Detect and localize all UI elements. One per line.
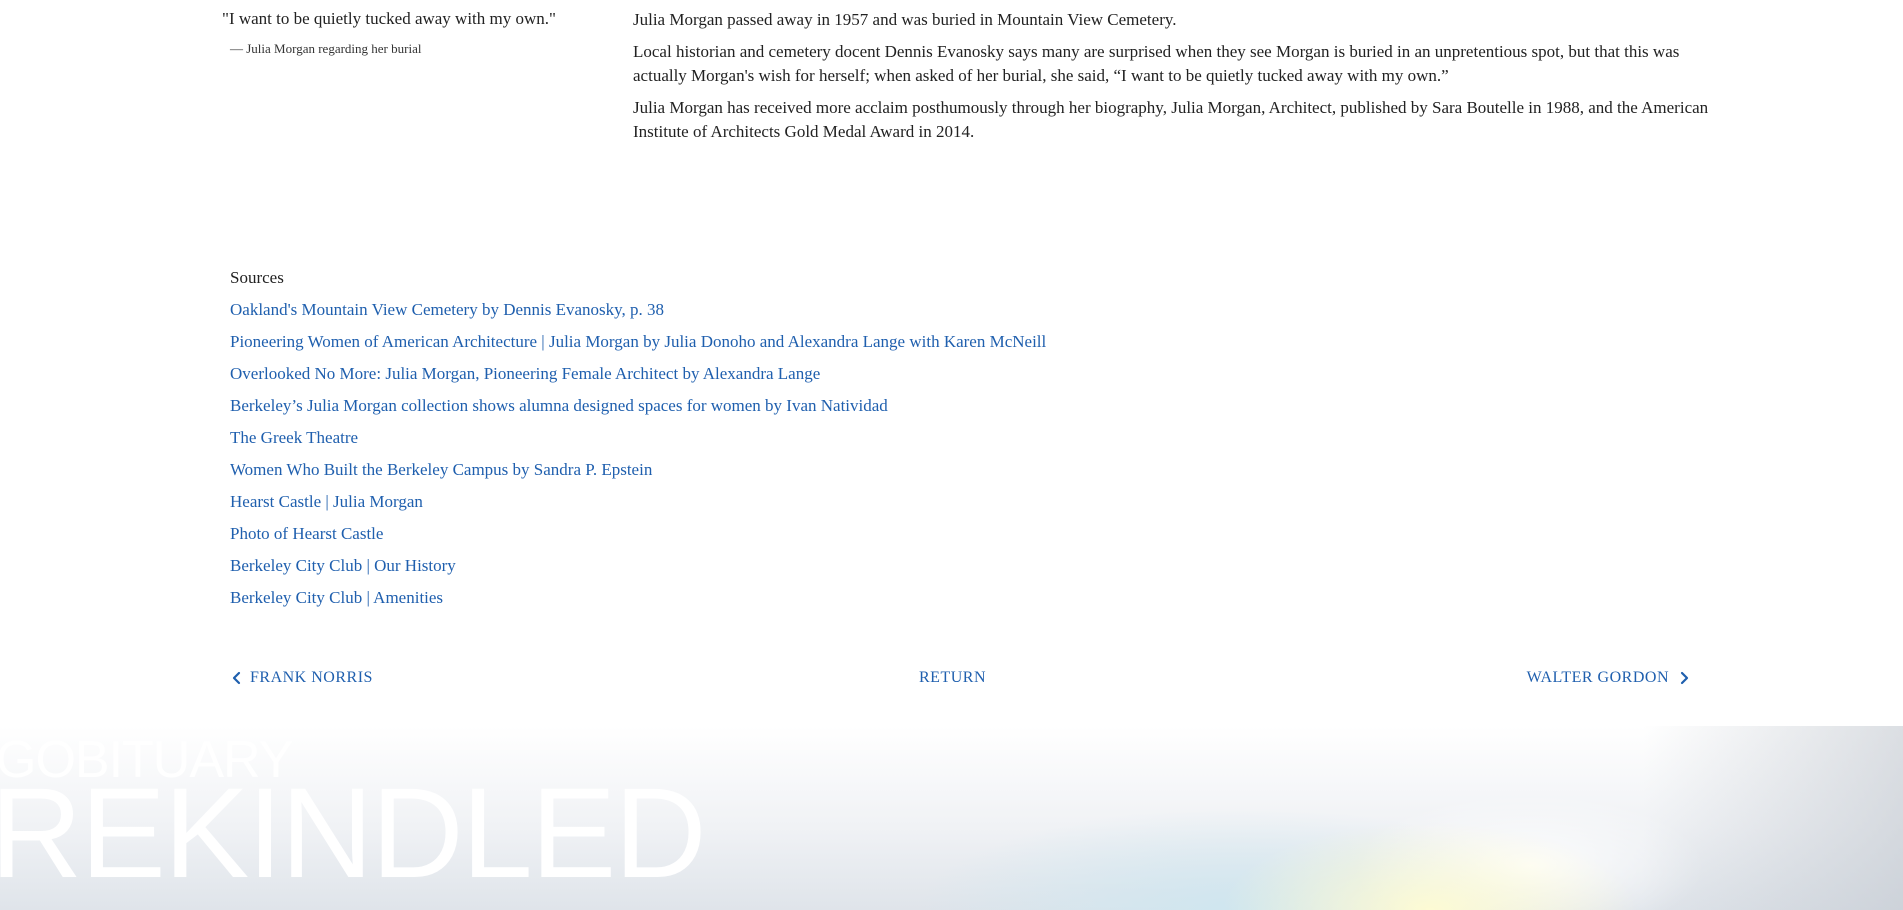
quote-text: "I want to be quietly tucked away with m…	[222, 9, 556, 28]
source-item: The Greek Theatre	[230, 426, 1046, 458]
quote-attribution: — Julia Morgan regarding her burial	[230, 41, 422, 56]
return-link[interactable]: RETURN	[919, 666, 986, 690]
footer-gradient	[1643, 726, 1903, 910]
source-item: Overlooked No More: Julia Morgan, Pionee…	[230, 362, 1046, 394]
source-link[interactable]: Pioneering Women of American Architectur…	[230, 332, 1046, 351]
source-link[interactable]: Women Who Built the Berkeley Campus by S…	[230, 460, 652, 479]
brand-logo-large: REKINDLED	[0, 762, 707, 905]
source-item: Hearst Castle | Julia Morgan	[230, 490, 1046, 522]
prev-post-link[interactable]: FRANK NORRIS	[230, 666, 373, 690]
source-link[interactable]: The Greek Theatre	[230, 428, 358, 447]
source-link[interactable]: Berkeley City Club | Our History	[230, 556, 456, 575]
body-paragraph: Julia Morgan has received more acclaim p…	[633, 98, 1709, 141]
article-body: Julia Morgan passed away in 1957 and was…	[633, 8, 1733, 152]
next-post-link[interactable]: WALTER GORDON	[1527, 666, 1691, 690]
source-item: Berkeley City Club | Our History	[230, 554, 1046, 586]
return-label: RETURN	[919, 669, 986, 686]
source-link[interactable]: Hearst Castle | Julia Morgan	[230, 492, 423, 511]
source-link[interactable]: Photo of Hearst Castle	[230, 524, 383, 543]
source-item: Berkeley’s Julia Morgan collection shows…	[230, 394, 1046, 426]
source-item: Pioneering Women of American Architectur…	[230, 330, 1046, 362]
prev-post-label: FRANK NORRIS	[250, 669, 373, 686]
post-navigation: FRANK NORRIS RETURN WALTER GORDON	[0, 666, 1903, 690]
body-paragraph: Julia Morgan passed away in 1957 and was…	[633, 10, 1177, 29]
sources-heading: Sources	[230, 268, 284, 287]
site-footer: GOBITUARY REKINDLED	[0, 726, 1903, 910]
source-item: Berkeley City Club | Amenities	[230, 586, 1046, 618]
source-link[interactable]: Berkeley’s Julia Morgan collection shows…	[230, 396, 888, 415]
source-item: Oakland's Mountain View Cemetery by Denn…	[230, 298, 1046, 330]
source-link[interactable]: Oakland's Mountain View Cemetery by Denn…	[230, 300, 664, 319]
next-post-label: WALTER GORDON	[1526, 669, 1669, 686]
sources-section: Sources Oakland's Mountain View Cemetery…	[230, 266, 1046, 618]
pull-quote: "I want to be quietly tucked away with m…	[222, 8, 582, 58]
source-item: Photo of Hearst Castle	[230, 522, 1046, 554]
source-item: Women Who Built the Berkeley Campus by S…	[230, 458, 1046, 490]
sources-list: Oakland's Mountain View Cemetery by Denn…	[230, 298, 1046, 618]
source-link[interactable]: Overlooked No More: Julia Morgan, Pionee…	[230, 364, 820, 383]
source-link[interactable]: Berkeley City Club | Amenities	[230, 588, 443, 607]
chevron-left-icon	[232, 671, 241, 685]
chevron-right-icon	[1680, 671, 1689, 685]
body-paragraph: Local historian and cemetery docent Denn…	[633, 42, 1680, 85]
